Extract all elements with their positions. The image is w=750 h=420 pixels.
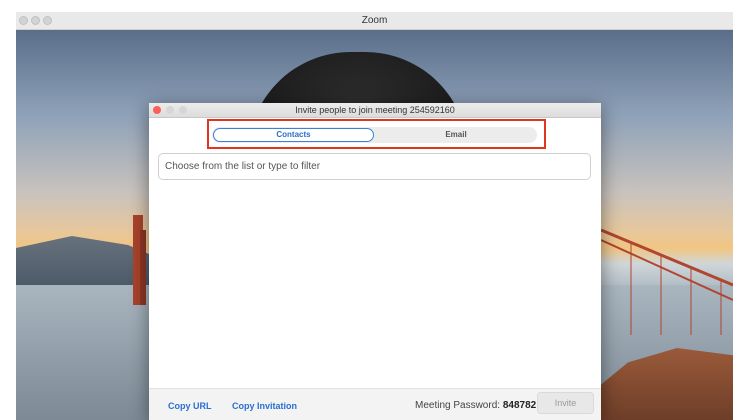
copy-invitation-link[interactable]: Copy Invitation: [232, 401, 297, 411]
meeting-password: Meeting Password: 848782: [415, 400, 536, 411]
dialog-title: Invite people to join meeting 254592160: [295, 105, 455, 115]
meeting-password-value: 848782: [502, 400, 537, 411]
invite-tabs: Contacts Email: [212, 127, 537, 143]
copy-url-link[interactable]: Copy URL: [168, 401, 212, 411]
zoom-titlebar: Zoom: [16, 12, 733, 30]
window-title: Zoom: [361, 15, 388, 26]
invite-dialog: Invite people to join meeting 254592160 …: [149, 103, 601, 420]
bridge-tower-shadow: [140, 230, 146, 305]
dialog-titlebar: Invite people to join meeting 254592160: [149, 103, 601, 118]
contact-filter-input[interactable]: [158, 153, 591, 180]
dialog-footer: Copy URL Copy Invitation Meeting Passwor…: [149, 388, 601, 420]
invite-button[interactable]: Invite: [537, 392, 594, 414]
meeting-password-label: Meeting Password:: [415, 400, 501, 411]
bridge-cables: [601, 228, 733, 335]
tab-email[interactable]: Email: [376, 128, 536, 142]
tab-contacts[interactable]: Contacts: [213, 128, 374, 142]
